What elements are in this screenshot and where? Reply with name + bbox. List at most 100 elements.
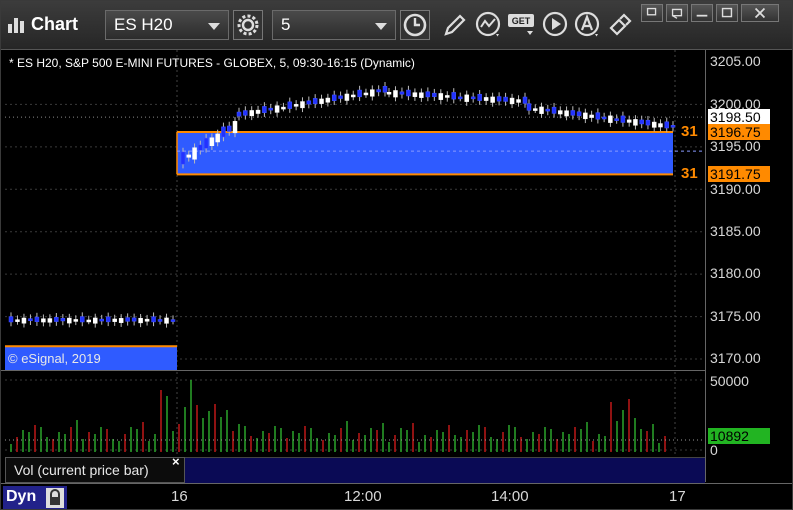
candle-body xyxy=(21,317,27,324)
candle-body xyxy=(608,115,613,123)
candle-body xyxy=(626,119,632,123)
candle-body xyxy=(300,101,305,109)
candle-body xyxy=(432,92,437,97)
candle-body xyxy=(445,95,450,98)
mode-button[interactable]: Dyn xyxy=(3,486,67,509)
maximize-icon[interactable] xyxy=(691,4,713,22)
candle-body xyxy=(287,101,293,109)
candle-body xyxy=(86,319,92,323)
candle-body xyxy=(470,96,476,100)
time-tick: 14:00 xyxy=(491,488,529,505)
link-icon[interactable] xyxy=(605,10,635,40)
candle-body xyxy=(645,119,651,126)
candle-body xyxy=(60,318,66,322)
candle-body xyxy=(293,104,299,107)
candle-body xyxy=(215,133,220,143)
candle-body xyxy=(564,110,569,117)
volume-chart[interactable] xyxy=(5,372,705,456)
candle-body xyxy=(180,151,186,165)
alert-icon[interactable] xyxy=(573,10,603,40)
candle-body xyxy=(331,94,337,101)
close-icon[interactable] xyxy=(741,4,779,22)
chevron-down-icon xyxy=(375,23,387,30)
candle-body xyxy=(344,93,350,101)
get-data-icon[interactable]: GET xyxy=(507,10,539,40)
volume-study-label[interactable]: Vol (current price bar) xyxy=(5,457,185,483)
candle-body xyxy=(112,318,117,322)
candle-body xyxy=(406,89,411,97)
close-icon[interactable]: × xyxy=(172,454,180,469)
candle-body xyxy=(382,86,388,93)
candle-body xyxy=(319,98,324,104)
candle-body xyxy=(325,97,331,103)
candle-body xyxy=(221,126,226,138)
candle-body xyxy=(490,96,495,103)
candle-body xyxy=(67,317,72,324)
candle-body xyxy=(496,96,502,102)
maximize-icon[interactable] xyxy=(716,4,738,22)
price-label: 3205.00 xyxy=(710,53,761,69)
restore-icon[interactable] xyxy=(641,4,663,22)
candle-body xyxy=(522,96,528,104)
candle-body xyxy=(351,94,356,98)
level-lower-cut-label: 31 xyxy=(681,165,698,182)
candle-body xyxy=(262,106,267,113)
lower-level-tag: 3191.75 xyxy=(708,166,770,182)
price-label: 3180.00 xyxy=(710,265,761,281)
lock-icon[interactable] xyxy=(45,487,65,509)
volume-study-text: Vol (current price bar) xyxy=(14,462,149,478)
time-tick: 17 xyxy=(669,488,686,505)
last-price-tag: 3198.50 xyxy=(708,109,770,125)
price-axis[interactable]: 3205.00 3200.00 3195.00 3190.00 3185.00 … xyxy=(706,50,792,458)
price-plot xyxy=(5,50,705,370)
candle-body xyxy=(526,103,532,111)
candle-body xyxy=(312,98,318,105)
candle-body xyxy=(8,316,14,323)
play-icon[interactable] xyxy=(541,10,571,40)
candle-body xyxy=(125,317,130,322)
candle-body xyxy=(243,110,248,116)
price-label: 3195.00 xyxy=(710,138,761,154)
time-axis[interactable]: Dyn 16 12:00 14:00 17 xyxy=(1,483,792,509)
candle-body xyxy=(503,96,508,102)
chevron-down-icon xyxy=(208,23,220,30)
pencil-draw-icon[interactable] xyxy=(440,10,470,40)
candle-body xyxy=(41,318,46,323)
clock-icon[interactable] xyxy=(400,10,430,40)
candle-body xyxy=(151,316,156,323)
candle-body xyxy=(226,125,232,132)
symbol-selector[interactable]: ES H20 xyxy=(105,10,229,40)
candle-body xyxy=(268,107,273,111)
candle-body xyxy=(232,121,238,134)
candle-body xyxy=(583,112,588,120)
candle-body xyxy=(80,316,85,323)
volume-plot xyxy=(5,372,705,456)
svg-text:GET: GET xyxy=(512,16,531,26)
candle-body xyxy=(516,99,521,103)
candle-body xyxy=(483,97,489,101)
candle-body xyxy=(54,317,59,322)
candle-body xyxy=(281,106,286,110)
interval-value: 5 xyxy=(281,15,291,34)
indicator-icon[interactable] xyxy=(474,10,504,40)
price-chart[interactable]: * ES H20, S&P 500 E-MINI FUTURES - GLOBE… xyxy=(5,50,705,370)
volume-axis-top: 50000 xyxy=(710,373,749,389)
upper-level-tag: 3196.75 xyxy=(708,124,770,140)
candle-body xyxy=(138,317,143,324)
candle-body xyxy=(105,316,111,323)
candle-body xyxy=(509,97,515,105)
pane-divider[interactable] xyxy=(1,370,792,371)
candle-body xyxy=(477,93,482,101)
candle-body xyxy=(412,92,418,97)
candle-body xyxy=(274,105,280,113)
candle-body xyxy=(576,111,582,117)
candle-body xyxy=(551,106,557,114)
candle-body xyxy=(363,92,369,96)
interval-selector[interactable]: 5 xyxy=(272,10,396,40)
candle-body xyxy=(451,92,457,100)
minimize-icon[interactable] xyxy=(666,4,688,22)
settings-gear-icon[interactable] xyxy=(233,10,263,40)
price-label: 3175.00 xyxy=(710,308,761,324)
candle-body xyxy=(170,319,176,322)
level-upper-cut-label: 31 xyxy=(681,123,698,140)
